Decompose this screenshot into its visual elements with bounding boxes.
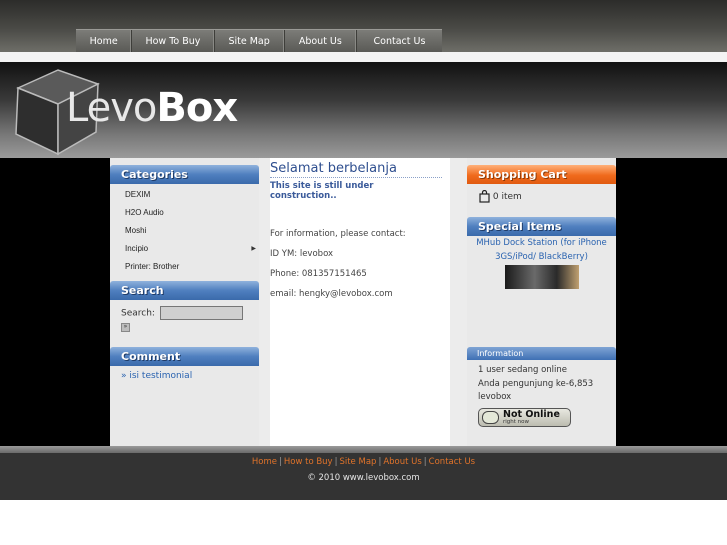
- category-incipio[interactable]: Incipio ▶: [110, 240, 259, 258]
- shopping-bag-icon: [479, 190, 490, 203]
- cart-summary[interactable]: 0 item: [467, 184, 616, 203]
- information-body: 1 user sedang online Anda pengunjung ke-…: [467, 360, 616, 405]
- search-label: Search:: [121, 308, 155, 319]
- search-header: Search: [110, 281, 259, 300]
- category-printer-brother[interactable]: Printer: Brother: [110, 258, 259, 276]
- search-submit-button[interactable]: »: [121, 323, 130, 332]
- category-label: H2O Audio: [125, 208, 164, 217]
- nav-how-to-buy[interactable]: How To Buy: [132, 30, 215, 52]
- category-label: Incipio: [125, 244, 149, 253]
- shopping-cart-header: Shopping Cart: [467, 165, 616, 184]
- construction-notice: This site is still under construction..: [270, 177, 442, 201]
- category-dexim[interactable]: DEXIM: [110, 186, 259, 204]
- product-thumbnail[interactable]: [504, 265, 579, 289]
- right-sidebar: Shopping Cart 0 item Special Items MHub …: [467, 158, 616, 446]
- left-sidebar: Categories DEXIM H2O Audio Moshi Incipio…: [110, 158, 259, 446]
- content-area: Categories DEXIM H2O Audio Moshi Incipio…: [110, 158, 616, 446]
- footer-link-contact-us[interactable]: Contact Us: [429, 457, 475, 467]
- search-input[interactable]: [159, 306, 243, 320]
- nav-site-map[interactable]: Site Map: [215, 30, 285, 52]
- footer-links: Home | How to Buy | Site Map | About Us | Contac…: [251, 457, 476, 467]
- main-content: Selamat berbelanja This site is still un…: [270, 158, 450, 446]
- nav-about-us[interactable]: About Us: [285, 30, 357, 52]
- top-bar: Home How To Buy Site Map About Us Contac…: [0, 0, 727, 52]
- comment-header: Comment: [110, 347, 259, 366]
- category-label: Moshi: [125, 226, 147, 235]
- online-users: 1 user sedang online: [478, 365, 568, 375]
- page-title: Selamat berbelanja: [270, 161, 397, 176]
- footer-link-how-to-buy[interactable]: How to Buy: [284, 457, 333, 467]
- category-label: Printer: Brother: [125, 262, 180, 271]
- contact-intro: For information, please contact:: [270, 229, 406, 239]
- main-wrapper: Categories DEXIM H2O Audio Moshi Incipio…: [0, 158, 727, 446]
- information-header: Information: [467, 347, 616, 360]
- logo-box: Box: [156, 85, 238, 131]
- category-h2o-audio[interactable]: H2O Audio: [110, 204, 259, 222]
- messenger-icon: [482, 410, 499, 424]
- testimonial-link[interactable]: » isi testimonial: [110, 366, 259, 381]
- copyright: © 2010 www.levobox.com: [307, 473, 420, 483]
- footer-link-home[interactable]: Home: [252, 457, 277, 467]
- visitor-count: Anda pengunjung ke-6,853: [478, 378, 594, 389]
- header-banner: LevoBox: [0, 62, 727, 158]
- category-moshi[interactable]: Moshi: [110, 222, 259, 240]
- search-row: Search:: [110, 300, 259, 320]
- cart-count: 0 item: [492, 192, 522, 202]
- footer-link-about-us[interactable]: About Us: [383, 457, 421, 467]
- ym-id: levobox: [478, 392, 512, 402]
- nav-home[interactable]: Home: [76, 30, 133, 52]
- ym-status-badge[interactable]: Not Online right now: [478, 407, 571, 427]
- footer-link-site-map[interactable]: Site Map: [339, 457, 376, 467]
- contact-ym: ID YM: levobox: [270, 249, 334, 259]
- contact-phone: Phone: 081357151465: [270, 269, 367, 279]
- footer: Home | How to Buy | Site Map | About Us | Contac…: [0, 453, 727, 500]
- category-label: DEXIM: [125, 190, 151, 199]
- status-sub: right now: [503, 418, 530, 425]
- contact-email: email: hengky@levobox.com: [270, 289, 393, 299]
- footer-divider: [0, 446, 727, 453]
- nav-contact-us[interactable]: Contact Us: [357, 30, 442, 52]
- special-items-header: Special Items: [467, 217, 616, 236]
- special-product-link[interactable]: MHub Dock Station (for iPhone 3GS/iPod/ …: [467, 236, 616, 264]
- site-logo[interactable]: LevoBox: [66, 84, 238, 132]
- logo-levo: Levo: [66, 85, 157, 131]
- submenu-arrow-icon: ▶: [251, 246, 256, 252]
- main-nav: Home How To Buy Site Map About Us Contac…: [76, 29, 442, 52]
- categories-header: Categories: [110, 165, 259, 184]
